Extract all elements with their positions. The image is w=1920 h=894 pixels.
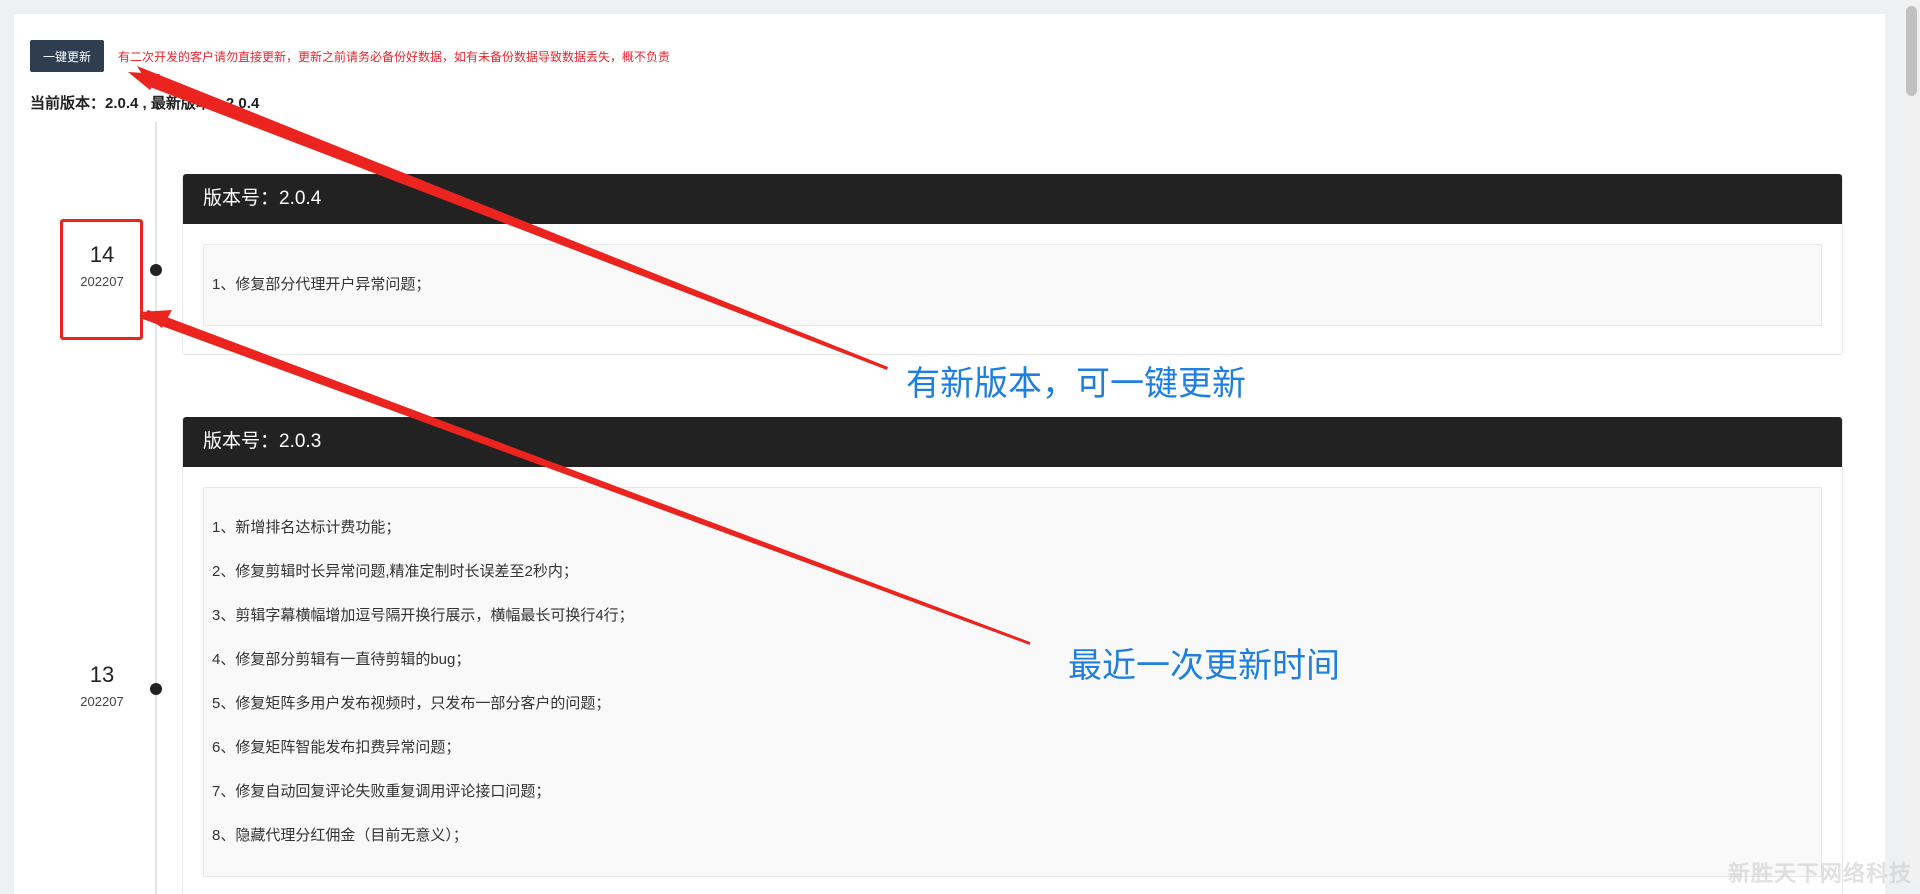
latest-version-label: 最新版本： [150,95,226,112]
release-note-item: 2、修复剪辑时长异常问题,精准定制时长误差至2秒内； [212,563,578,580]
timeline-dot [150,264,162,276]
date-yearmonth: 202207 [80,694,124,709]
release-note-item: 7、修复自动回复评论失败重复调用评论接口问题； [212,783,551,800]
version-info: 当前版本：2.0.4 , 最新版本：2.0.4 [30,92,259,113]
scrollbar-thumb[interactable] [1906,6,1917,96]
timeline-dot [150,683,162,695]
date-highlight-box [60,219,143,340]
one-click-update-button[interactable]: 一键更新 [30,40,104,72]
release-notes: 1、新增排名达标计费功能； 2、修复剪辑时长异常问题,精准定制时长误差至2秒内；… [203,487,1822,877]
version-title: 版本号：2.0.4 [183,174,1842,224]
timeline-date-2-0-3: 13 202207 [57,662,147,709]
vertical-scrollbar[interactable] [1903,0,1920,883]
release-note-item: 3、剪辑字幕横幅增加逗号隔开换行展示，横幅最长可换行4行； [212,607,634,624]
annotation-time-hint: 最近一次更新时间 [1068,646,1340,686]
current-version-value: 2.0.4 [105,95,139,112]
release-note-item: 4、修复部分剪辑有一直待剪辑的bug； [212,651,471,668]
timeline-axis [155,122,157,894]
current-version-label: 当前版本： [30,95,106,112]
version-card-2-0-3: 版本号：2.0.3 1、新增排名达标计费功能； 2、修复剪辑时长异常问题,精准定… [182,417,1843,894]
release-note-item: 1、新增排名达标计费功能； [212,519,401,536]
date-day: 13 [89,662,115,687]
release-note-item: 8、隐藏代理分红佣金（目前无意义）； [212,827,468,844]
version-separator: , [138,95,151,112]
update-warning-text: 有二次开发的客户请勿直接更新，更新之前请务必备份好数据，如有未备份数据导致数据丢… [118,50,671,64]
annotation-update-hint: 有新版本，可一键更新 [906,364,1246,404]
watermark: 新胜天下网络科技 [1728,861,1913,886]
version-title: 版本号：2.0.3 [183,417,1842,467]
release-notes: 1、修复部分代理开户异常问题； [203,244,1822,326]
latest-version-value: 2.0.4 [225,95,260,112]
version-card-2-0-4: 版本号：2.0.4 1、修复部分代理开户异常问题； [182,174,1843,355]
release-note-item: 5、修复矩阵多用户发布视频时，只发布一部分客户的问题； [212,695,611,712]
update-page: 一键更新 有二次开发的客户请勿直接更新，更新之前请务必备份好数据，如有未备份数据… [14,14,1885,894]
release-note-item: 6、修复矩阵智能发布扣费异常问题； [212,739,461,756]
release-note-item: 1、修复部分代理开户异常问题； [212,276,431,293]
